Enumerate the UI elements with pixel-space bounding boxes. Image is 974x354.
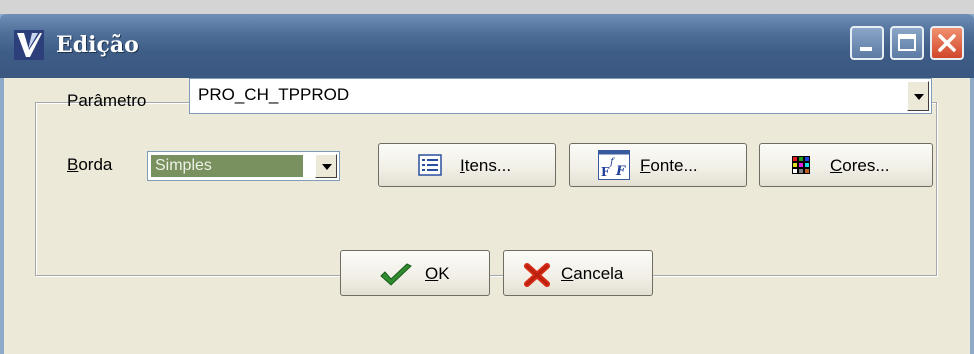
parametro-label: Parâmetro <box>67 91 147 110</box>
ok-button[interactable]: OK <box>340 250 490 296</box>
checkmark-icon <box>380 263 412 286</box>
parametro-dropdown-button[interactable] <box>907 81 929 111</box>
dialog-body <box>4 78 970 354</box>
borda-combobox[interactable]: Simples <box>147 151 340 181</box>
cancela-button[interactable]: Cancela <box>503 250 653 296</box>
fonte-button[interactable]: F f F Fonte... <box>569 143 747 187</box>
fonte-label: Fonte... <box>640 156 698 175</box>
close-icon <box>938 34 956 52</box>
chevron-down-icon <box>322 164 332 170</box>
minimize-icon <box>860 47 872 51</box>
window-title: Edição <box>56 32 139 58</box>
chevron-down-icon <box>914 94 924 100</box>
parametro-value: PRO_CH_TPPROD <box>198 85 350 104</box>
maximize-button[interactable] <box>890 26 924 60</box>
borda-label: Borda <box>67 155 113 174</box>
x-cancel-icon <box>524 263 550 287</box>
itens-label: Itens... <box>460 156 512 175</box>
title-bar[interactable]: Edição <box>0 14 974 78</box>
minimize-button[interactable] <box>850 26 884 60</box>
cores-label: Cores... <box>830 156 890 175</box>
font-icon: F f F <box>598 150 630 180</box>
app-logo-icon <box>14 30 44 60</box>
background-strip <box>0 0 974 14</box>
svg-text:F: F <box>601 165 610 179</box>
list-icon <box>418 154 442 176</box>
borda-value: Simples <box>151 155 303 177</box>
itens-button[interactable]: Itens... <box>378 143 556 187</box>
ok-label: OK <box>425 264 450 283</box>
close-button[interactable] <box>930 26 964 60</box>
cancela-label: Cancela <box>561 264 624 283</box>
borda-dropdown-button[interactable] <box>315 154 337 178</box>
svg-text:F: F <box>615 164 626 179</box>
maximize-icon <box>898 34 916 51</box>
color-palette-icon <box>792 156 810 174</box>
edicao-dialog: Edição Parâmetro PRO_CH_TPPROD Borda Sim… <box>0 14 974 354</box>
cores-button[interactable]: Cores... <box>759 143 933 187</box>
parametro-combobox[interactable]: PRO_CH_TPPROD <box>189 78 932 114</box>
